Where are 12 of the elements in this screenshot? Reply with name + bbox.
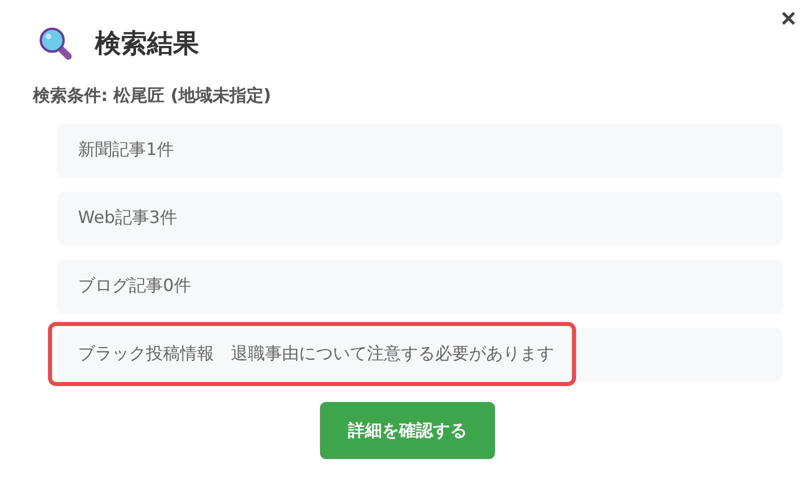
result-label: Web記事3件 — [78, 208, 177, 228]
result-item[interactable]: ブラック投稿情報 退職事由について注意する必要があります — [58, 328, 782, 380]
result-item[interactable]: ブログ記事0件 — [58, 260, 782, 312]
search-condition: 検索条件: 松尾匠 (地域未指定) — [33, 85, 272, 108]
result-item[interactable]: Web記事3件 — [58, 192, 782, 244]
dialog-title: 検索結果 — [95, 28, 199, 61]
details-button[interactable]: 詳細を確認する — [320, 402, 495, 459]
close-button[interactable]: × — [776, 4, 800, 32]
result-label: ブログ記事0件 — [78, 276, 191, 296]
result-label: 新聞記事1件 — [78, 140, 174, 160]
result-item[interactable]: 新聞記事1件 — [58, 124, 782, 176]
result-label: ブラック投稿情報 退職事由について注意する必要があります — [78, 344, 554, 364]
